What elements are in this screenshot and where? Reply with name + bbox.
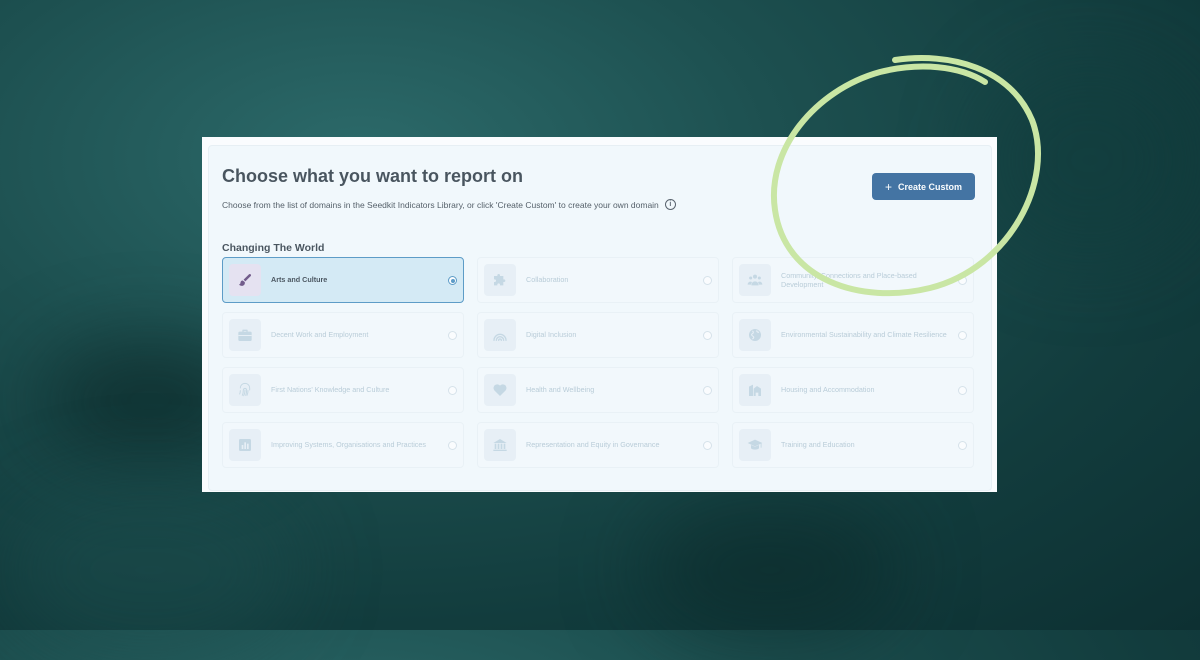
domain-card-community[interactable]: Community, Connections and Place-based D… bbox=[732, 257, 974, 303]
domain-radio[interactable] bbox=[958, 276, 967, 285]
screenshot-panel: Choose what you want to report on Choose… bbox=[202, 137, 997, 492]
house-icon bbox=[739, 374, 771, 406]
domain-card-housing[interactable]: Housing and Accommodation bbox=[732, 367, 974, 413]
puzzle-icon bbox=[484, 264, 516, 296]
people-icon bbox=[739, 264, 771, 296]
domain-card-representation[interactable]: Representation and Equity in Governance bbox=[477, 422, 719, 468]
domain-card-label: Digital Inclusion bbox=[526, 330, 577, 340]
domain-card-label: Improving Systems, Organisations and Pra… bbox=[271, 440, 426, 450]
domain-card-arts-and-culture[interactable]: Arts and Culture bbox=[222, 257, 464, 303]
graduation-cap-icon bbox=[739, 429, 771, 461]
domain-card-training[interactable]: Training and Education bbox=[732, 422, 974, 468]
domain-card-label: First Nations' Knowledge and Culture bbox=[271, 385, 390, 395]
domain-card-digital-inclusion[interactable]: Digital Inclusion bbox=[477, 312, 719, 358]
domain-radio[interactable] bbox=[448, 276, 457, 285]
globe-icon bbox=[739, 319, 771, 351]
bank-icon bbox=[484, 429, 516, 461]
domain-radio[interactable] bbox=[958, 441, 967, 450]
domain-card-label: Training and Education bbox=[781, 440, 855, 450]
page-title: Choose what you want to report on bbox=[222, 166, 523, 186]
domain-card-improving-systems[interactable]: Improving Systems, Organisations and Pra… bbox=[222, 422, 464, 468]
info-icon[interactable]: i bbox=[664, 199, 676, 210]
domain-card-label: Representation and Equity in Governance bbox=[526, 440, 660, 450]
domain-card-first-nations[interactable]: First Nations' Knowledge and Culture bbox=[222, 367, 464, 413]
domain-radio[interactable] bbox=[958, 386, 967, 395]
background-highlight bbox=[0, 480, 300, 660]
background-shadow bbox=[640, 500, 900, 640]
domain-card-collaboration[interactable]: Collaboration bbox=[477, 257, 719, 303]
domain-radio[interactable] bbox=[448, 386, 457, 395]
heart-icon bbox=[484, 374, 516, 406]
domain-card-label: Housing and Accommodation bbox=[781, 385, 875, 395]
bar-chart-icon bbox=[229, 429, 261, 461]
domain-card-label: Health and Wellbeing bbox=[526, 385, 595, 395]
fingerprint-icon bbox=[229, 374, 261, 406]
domain-card-label: Community, Connections and Place-based D… bbox=[781, 270, 917, 290]
plus-icon: + bbox=[884, 179, 892, 194]
wifi-icon bbox=[484, 319, 516, 351]
domain-radio[interactable] bbox=[958, 331, 967, 340]
section-title: Changing The World bbox=[222, 242, 325, 254]
domain-radio[interactable] bbox=[448, 331, 457, 340]
domain-card-environmental[interactable]: Environmental Sustainability and Climate… bbox=[732, 312, 974, 358]
domain-radio[interactable] bbox=[703, 441, 712, 450]
paintbrush-icon bbox=[229, 264, 261, 296]
domain-card-label: Environmental Sustainability and Climate… bbox=[781, 330, 947, 340]
domain-card-label: Arts and Culture bbox=[271, 275, 328, 285]
domain-grid: Arts and Culture Collaboration Community… bbox=[222, 257, 974, 468]
domain-card-label: Decent Work and Employment bbox=[271, 330, 369, 340]
create-custom-label: Create Custom bbox=[898, 181, 963, 192]
briefcase-icon bbox=[229, 319, 261, 351]
background-shadow bbox=[980, 60, 1200, 260]
domain-card-health[interactable]: Health and Wellbeing bbox=[477, 367, 719, 413]
create-custom-button[interactable]: + Create Custom bbox=[872, 173, 975, 200]
domain-chooser: Choose what you want to report on Choose… bbox=[208, 145, 992, 491]
page-subtitle: Choose from the list of domains in the S… bbox=[222, 199, 676, 210]
domain-radio[interactable] bbox=[703, 276, 712, 285]
domain-radio[interactable] bbox=[703, 331, 712, 340]
subtitle-text: Choose from the list of domains in the S… bbox=[222, 199, 659, 210]
domain-radio[interactable] bbox=[448, 441, 457, 450]
domain-radio[interactable] bbox=[703, 386, 712, 395]
domain-card-label: Collaboration bbox=[526, 275, 569, 285]
domain-card-decent-work[interactable]: Decent Work and Employment bbox=[222, 312, 464, 358]
